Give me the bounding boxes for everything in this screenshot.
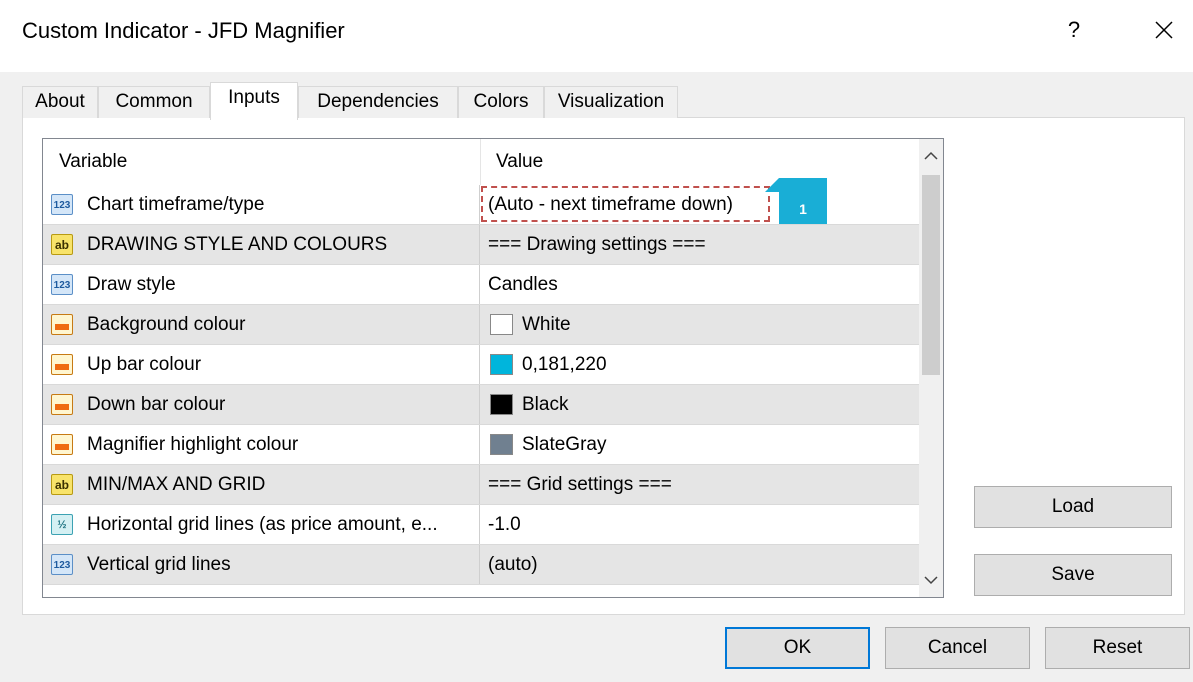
variable-cell: 123 Draw style <box>43 265 480 304</box>
variable-label: MIN/MAX AND GRID <box>87 474 266 495</box>
tab-visualization[interactable]: Visualization <box>544 86 678 118</box>
close-button[interactable] <box>1148 14 1180 46</box>
grid-row-drawing-style[interactable]: ab DRAWING STYLE AND COLOURS === Drawing… <box>43 225 919 265</box>
variable-cell: Magnifier highlight colour <box>43 425 480 464</box>
variable-label: Horizontal grid lines (as price amount, … <box>87 514 438 535</box>
grid-row-minmax-grid[interactable]: ab MIN/MAX AND GRID === Grid settings ==… <box>43 465 919 505</box>
value-cell[interactable]: White <box>480 305 919 344</box>
grid-row-background-colour[interactable]: Background colour White <box>43 305 919 345</box>
tab-about[interactable]: About <box>22 86 98 118</box>
tab-inputs[interactable]: Inputs <box>210 82 298 120</box>
ok-button[interactable]: OK <box>725 627 870 669</box>
string-type-icon: ab <box>51 234 73 255</box>
color-type-icon <box>51 354 73 375</box>
variable-cell: Background colour <box>43 305 480 344</box>
variable-label: Vertical grid lines <box>87 554 231 575</box>
load-button[interactable]: Load <box>974 486 1172 528</box>
cancel-button[interactable]: Cancel <box>885 627 1030 669</box>
variable-cell: Down bar colour <box>43 385 480 424</box>
value-text: Candles <box>488 274 558 295</box>
integer-type-icon: 123 <box>51 194 73 215</box>
reset-button[interactable]: Reset <box>1045 627 1190 669</box>
integer-type-icon: 123 <box>51 554 73 575</box>
chevron-down-icon <box>924 576 938 585</box>
integer-type-icon: 123 <box>51 274 73 295</box>
title-bar: Custom Indicator - JFD Magnifier ? <box>0 0 1193 72</box>
value-cell[interactable]: Black <box>480 385 919 424</box>
color-type-icon <box>51 314 73 335</box>
save-button[interactable]: Save <box>974 554 1172 596</box>
variable-cell: ab MIN/MAX AND GRID <box>43 465 480 504</box>
color-swatch <box>490 394 513 415</box>
value-cell[interactable]: SlateGray <box>480 425 919 464</box>
color-swatch <box>490 354 513 375</box>
scroll-down-button[interactable] <box>919 563 943 597</box>
annotation-callout: 1 <box>779 178 827 224</box>
value-text: === Drawing settings === <box>488 234 706 255</box>
variable-label: DRAWING STYLE AND COLOURS <box>87 234 388 255</box>
tab-dependencies[interactable]: Dependencies <box>298 86 458 118</box>
value-text: -1.0 <box>488 514 521 535</box>
grid-row-down-bar-colour[interactable]: Down bar colour Black <box>43 385 919 425</box>
header-variable[interactable]: Variable <box>43 139 480 185</box>
value-text: SlateGray <box>522 434 607 455</box>
value-cell[interactable]: Candles <box>480 265 919 304</box>
value-text: Black <box>522 394 569 415</box>
value-cell[interactable]: -1.0 <box>480 505 919 544</box>
double-type-icon: ½ <box>51 514 73 535</box>
value-cell[interactable]: (auto) <box>480 545 919 584</box>
value-cell[interactable]: === Drawing settings === <box>480 225 919 264</box>
grid-row-horizontal-grid[interactable]: ½ Horizontal grid lines (as price amount… <box>43 505 919 545</box>
variable-label: Background colour <box>87 314 246 335</box>
variable-cell: Up bar colour <box>43 345 480 384</box>
variable-label: Draw style <box>87 274 176 295</box>
variable-label: Chart timeframe/type <box>87 194 265 215</box>
value-text: (auto) <box>488 554 538 575</box>
close-icon <box>1155 21 1173 39</box>
scroll-up-button[interactable] <box>919 139 943 173</box>
header-value[interactable]: Value <box>480 139 919 185</box>
variable-cell: ab DRAWING STYLE AND COLOURS <box>43 225 480 264</box>
string-type-icon: ab <box>51 474 73 495</box>
window-title: Custom Indicator - JFD Magnifier <box>22 18 345 43</box>
help-button[interactable]: ? <box>1060 14 1088 46</box>
scroll-thumb[interactable] <box>922 175 940 375</box>
value-text: 0,181,220 <box>522 354 607 375</box>
color-swatch <box>490 314 513 335</box>
color-type-icon <box>51 434 73 455</box>
tab-common[interactable]: Common <box>98 86 210 118</box>
color-type-icon <box>51 394 73 415</box>
chevron-up-icon <box>924 151 938 160</box>
grid-row-vertical-grid[interactable]: 123 Vertical grid lines (auto) <box>43 545 919 585</box>
selection-highlight-box <box>481 186 770 222</box>
grid-row-draw-style[interactable]: 123 Draw style Candles <box>43 265 919 305</box>
tab-colors[interactable]: Colors <box>458 86 544 118</box>
grid-row-magnifier-highlight[interactable]: Magnifier highlight colour SlateGray <box>43 425 919 465</box>
variable-cell: ½ Horizontal grid lines (as price amount… <box>43 505 480 544</box>
value-cell[interactable]: 0,181,220 <box>480 345 919 384</box>
vertical-scrollbar[interactable] <box>919 139 943 597</box>
variable-label: Down bar colour <box>87 394 226 415</box>
value-cell[interactable]: === Grid settings === <box>480 465 919 504</box>
variable-label: Up bar colour <box>87 354 202 375</box>
grid-row-up-bar-colour[interactable]: Up bar colour 0,181,220 <box>43 345 919 385</box>
variable-label: Magnifier highlight colour <box>87 434 299 455</box>
value-text: White <box>522 314 571 335</box>
value-text: === Grid settings === <box>488 474 672 495</box>
variable-cell: 123 Vertical grid lines <box>43 545 480 584</box>
variable-cell: 123 Chart timeframe/type <box>43 185 480 224</box>
callout-pointer <box>765 178 779 192</box>
color-swatch <box>490 434 513 455</box>
